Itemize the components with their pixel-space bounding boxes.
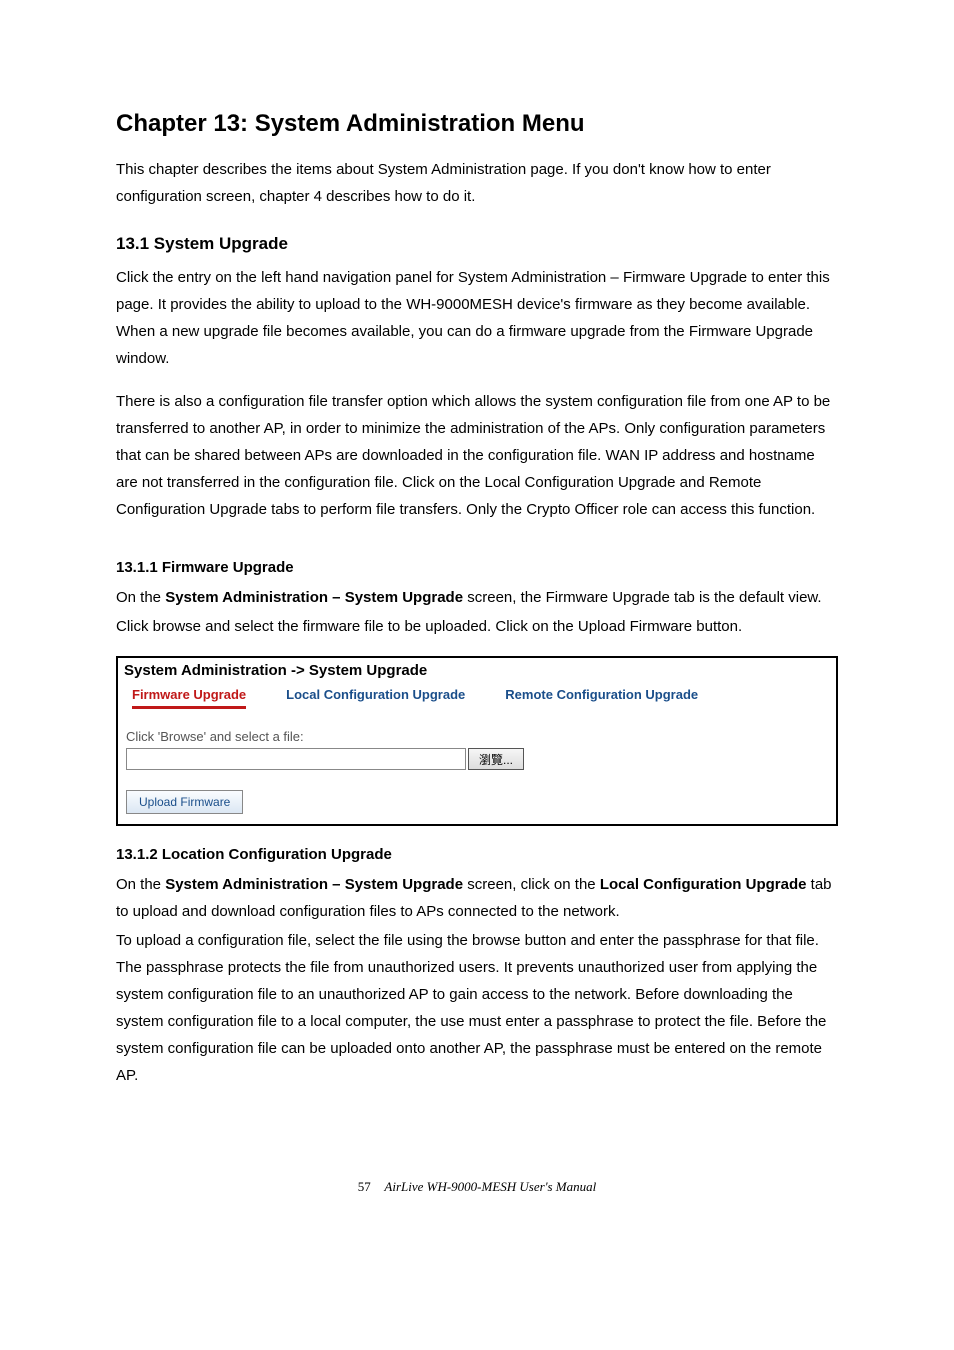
heading-13-1: 13.1 System Upgrade	[116, 234, 838, 254]
tab-bar: Firmware Upgrade Local Configuration Upg…	[118, 687, 836, 713]
page-footer: 57 AirLive WH-9000-MESH User's Manual	[116, 1179, 838, 1195]
doc-title: AirLive WH-9000-MESH User's Manual	[384, 1179, 596, 1194]
bold-fragment: Local Configuration Upgrade	[600, 876, 807, 893]
system-upgrade-panel: System Administration -> System Upgrade …	[116, 656, 838, 826]
paragraph-13-1-2-b: To upload a configuration file, select t…	[116, 927, 838, 1089]
browse-label: Click 'Browse' and select a file:	[126, 729, 828, 744]
text-fragment: screen, click on the	[463, 876, 600, 893]
paragraph-13-1-1-b: Click browse and select the firmware fil…	[116, 613, 838, 640]
page-number: 57	[358, 1179, 371, 1194]
tab-local-configuration-upgrade[interactable]: Local Configuration Upgrade	[286, 687, 465, 709]
heading-13-1-2: 13.1.2 Location Configuration Upgrade	[116, 846, 838, 863]
text-fragment: On the	[116, 589, 165, 606]
panel-title: System Administration -> System Upgrade	[118, 658, 836, 687]
paragraph-13-1-a: Click the entry on the left hand navigat…	[116, 264, 838, 372]
paragraph-13-1-b: There is also a configuration file trans…	[116, 388, 838, 523]
file-path-input[interactable]	[126, 748, 466, 770]
tab-firmware-upgrade[interactable]: Firmware Upgrade	[132, 687, 246, 709]
intro-paragraph: This chapter describes the items about S…	[116, 156, 838, 210]
bold-fragment: System Administration – System Upgrade	[165, 589, 463, 606]
file-select-row: 瀏覽...	[126, 748, 828, 770]
browse-button[interactable]: 瀏覽...	[468, 748, 524, 770]
paragraph-13-1-2-a: On the System Administration – System Up…	[116, 871, 838, 925]
chapter-title: Chapter 13: System Administration Menu	[116, 110, 838, 138]
bold-fragment: System Administration – System Upgrade	[165, 876, 463, 893]
paragraph-13-1-1-a: On the System Administration – System Up…	[116, 584, 838, 611]
text-fragment: screen, the Firmware Upgrade tab is the …	[463, 589, 822, 606]
tab-content: Click 'Browse' and select a file: 瀏覽... …	[118, 713, 836, 824]
text-fragment: On the	[116, 876, 165, 893]
upload-firmware-button[interactable]: Upload Firmware	[126, 790, 243, 814]
heading-13-1-1: 13.1.1 Firmware Upgrade	[116, 559, 838, 576]
tab-remote-configuration-upgrade[interactable]: Remote Configuration Upgrade	[505, 687, 698, 709]
